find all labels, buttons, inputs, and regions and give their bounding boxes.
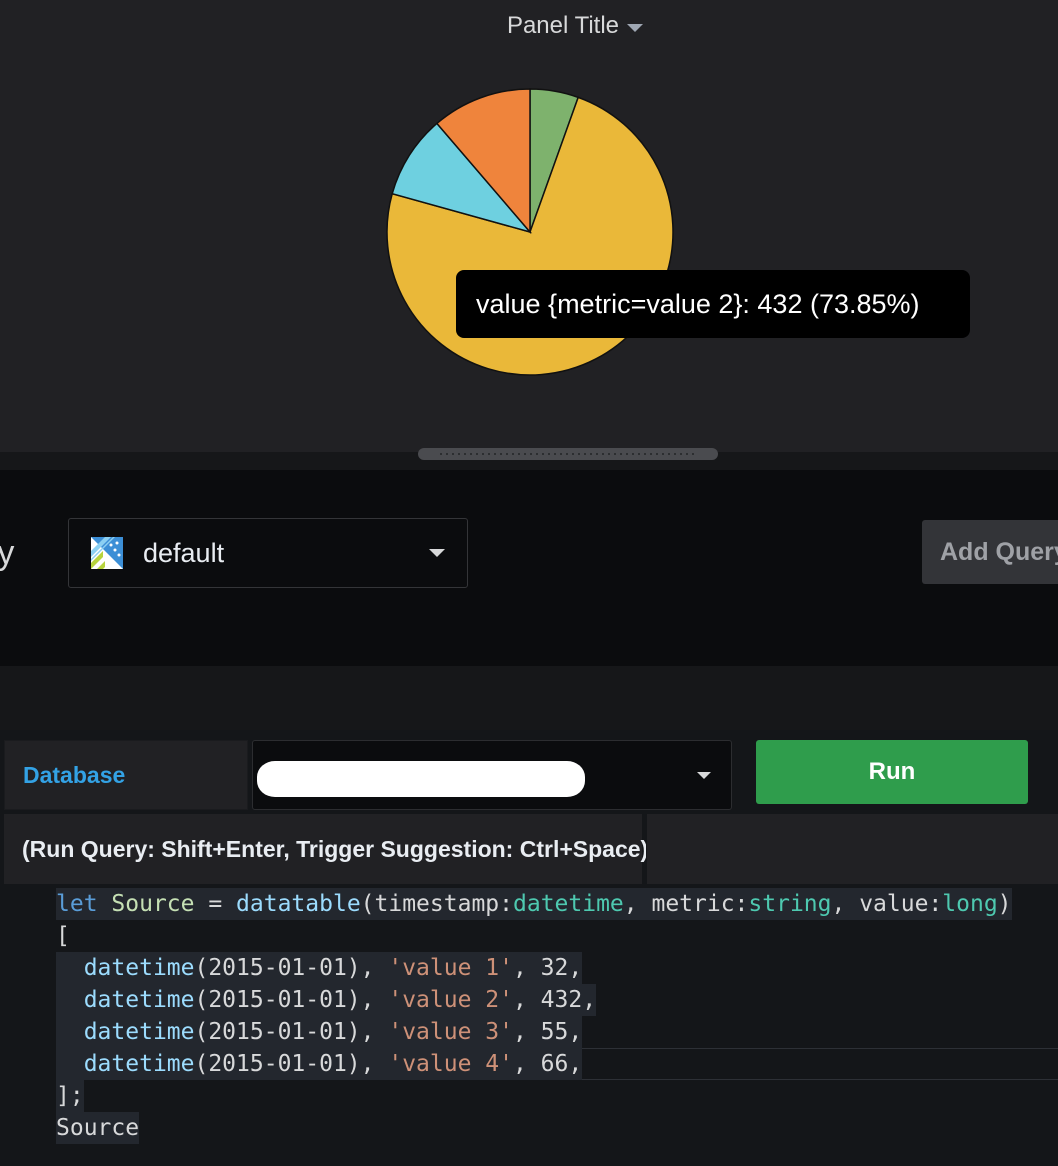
tooltip-text: value {metric=value 2}: 432 (73.85%) — [476, 288, 920, 319]
chevron-down-icon[interactable] — [697, 772, 711, 779]
panel: Panel Title value {metric=value 2}: 432 … — [0, 0, 1058, 452]
hint-spacer — [646, 814, 1058, 884]
query-label: ry — [0, 534, 15, 572]
panel-resize-handle[interactable] — [418, 448, 718, 460]
code-line[interactable]: datetime(2015-01-01), 'value 1', 32, — [56, 952, 583, 984]
code-line[interactable]: datetime(2015-01-01), 'value 4', 66, — [56, 1048, 583, 1080]
panel-title[interactable]: Panel Title — [507, 12, 619, 40]
code-line[interactable]: datetime(2015-01-01), 'value 2', 432, — [56, 984, 597, 1016]
redacted-database-name — [257, 761, 585, 797]
code-line[interactable]: [ — [56, 920, 70, 952]
add-query-button[interactable]: Add Query — [922, 520, 1058, 584]
chevron-down-icon[interactable] — [429, 549, 445, 557]
database-label: Database — [4, 740, 248, 810]
shortcut-hint: (Run Query: Shift+Enter, Trigger Suggest… — [4, 814, 648, 884]
run-button[interactable]: Run — [756, 740, 1028, 804]
line-gutter — [0, 886, 44, 1166]
code-line[interactable]: let Source = datatable(timestamp:datetim… — [56, 888, 1012, 920]
panel-header[interactable]: Panel Title — [0, 8, 1058, 44]
datasource-name: default — [143, 537, 225, 568]
datasource-picker[interactable]: default — [68, 518, 468, 588]
chart-tooltip: value {metric=value 2}: 432 (73.85%) — [456, 270, 970, 338]
code-editor[interactable]: let Source = datatable(timestamp:datetim… — [0, 886, 1058, 1166]
chevron-down-icon[interactable] — [627, 24, 644, 32]
code-line[interactable]: datetime(2015-01-01), 'value 3', 55, — [56, 1016, 583, 1048]
code-line[interactable]: ]; — [56, 1080, 84, 1112]
datasource-icon — [91, 537, 123, 569]
pie-chart[interactable] — [370, 75, 690, 395]
code-line[interactable]: Source — [56, 1112, 140, 1144]
database-select[interactable] — [252, 740, 732, 810]
